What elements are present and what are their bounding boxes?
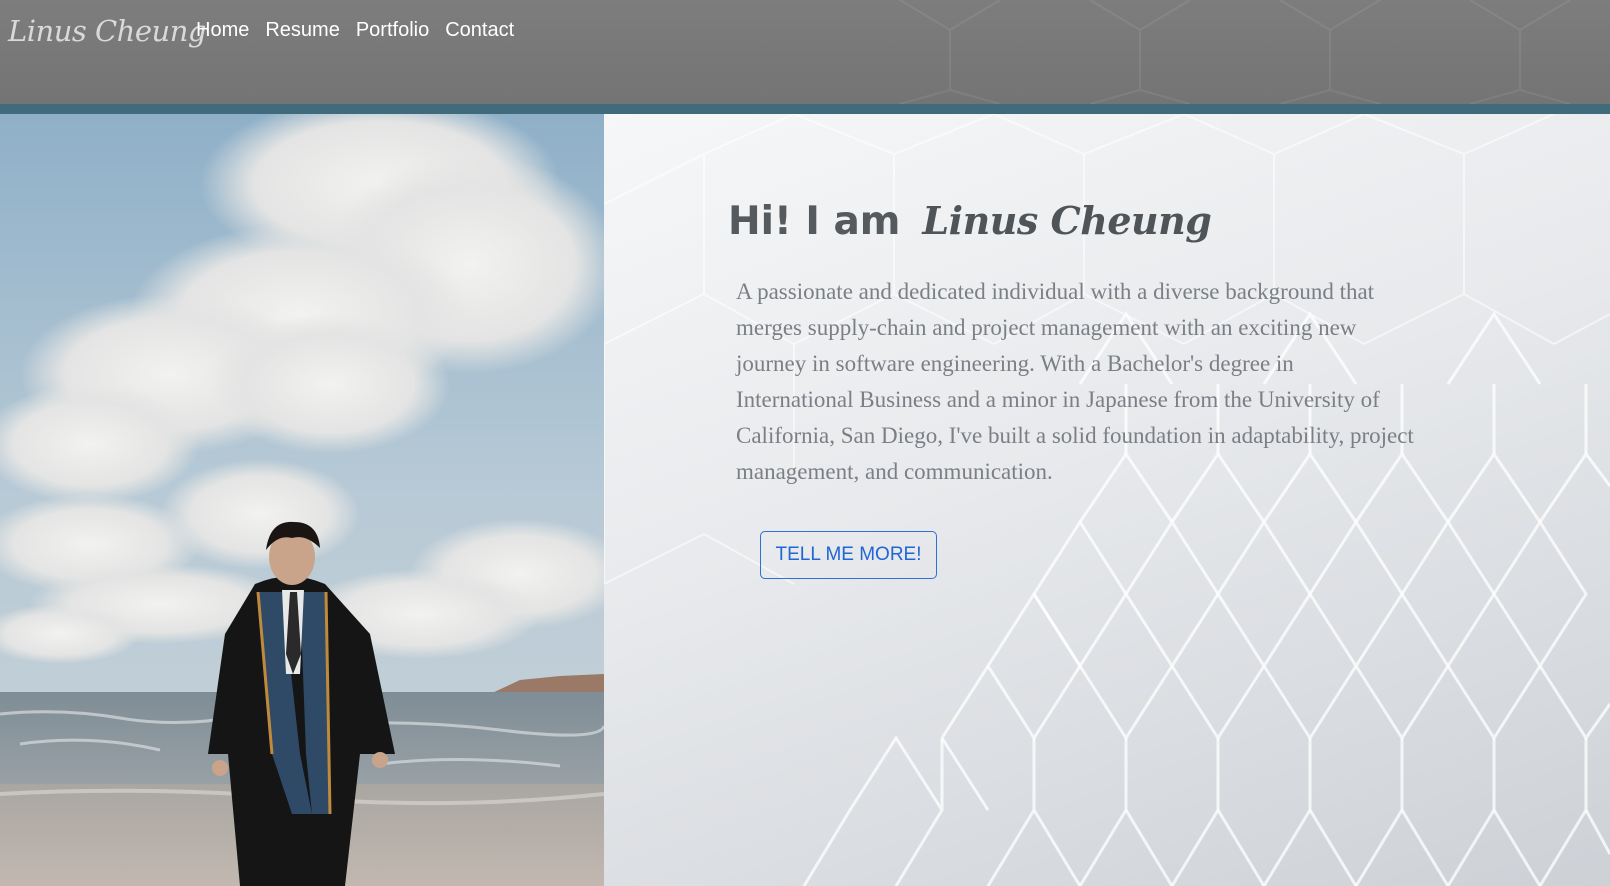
site-header: Linus Cheung Home Resume Portfolio Conta… [0,0,1610,104]
graduation-beach-photo [0,114,604,886]
profile-photo [0,114,604,886]
nav-contact[interactable]: Contact [445,19,514,42]
nav-resume[interactable]: Resume [265,19,339,42]
hero-greeting: Hi! I am [728,199,901,244]
hero-heading: Hi! I am Linus Cheung [728,198,1212,244]
header-accent-bar [0,104,1610,114]
header-hex-pattern [899,0,1571,104]
hero-name: Linus Cheung [922,198,1212,243]
hero-section: Hi! I am Linus Cheung A passionate and d… [604,114,1610,886]
hero-description: A passionate and dedicated individual wi… [736,279,1414,484]
tell-me-more-button[interactable]: TELL ME MORE! [760,531,937,579]
nav-portfolio[interactable]: Portfolio [356,19,429,42]
nav-home[interactable]: Home [196,19,249,42]
main-nav: Home Resume Portfolio Contact [196,19,514,42]
site-logo[interactable]: Linus Cheung [8,14,206,48]
